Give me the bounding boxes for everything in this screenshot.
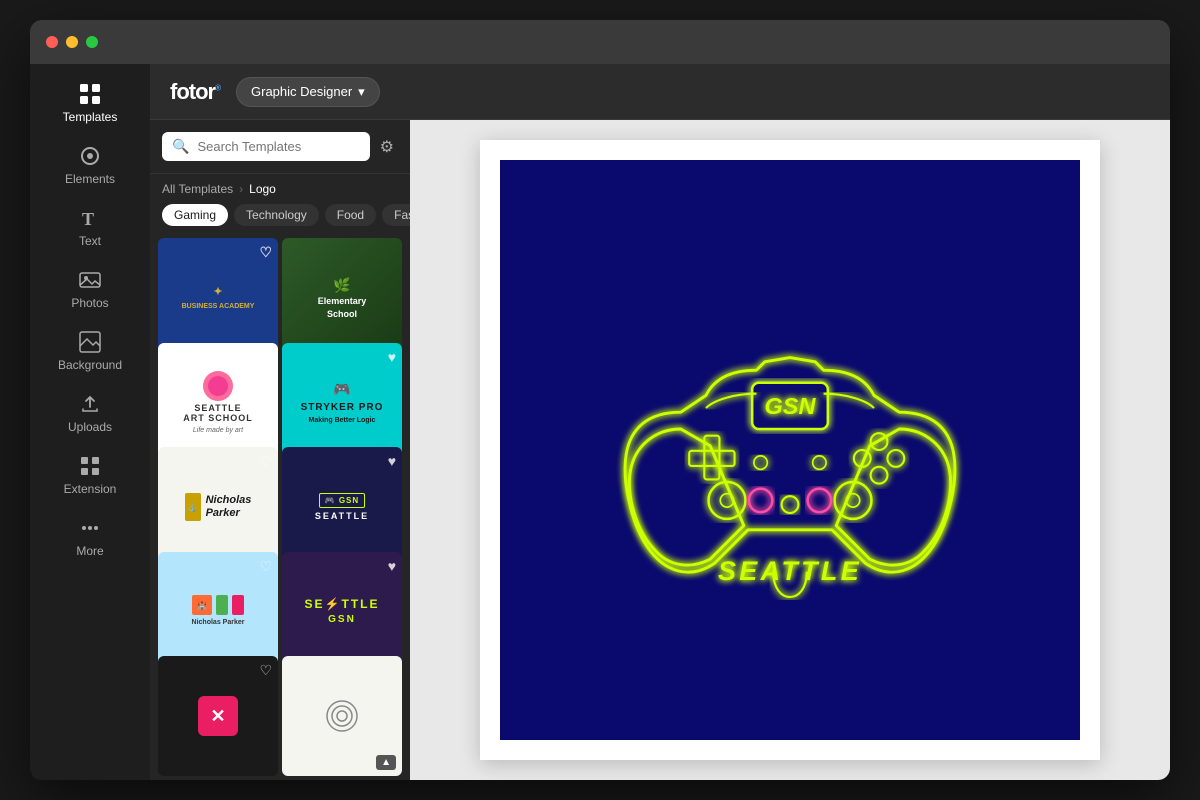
titlebar	[30, 20, 1170, 64]
template-card-5[interactable]: ⚓ Nicholas Parker ♡	[158, 447, 278, 567]
sidebar-item-label: Uploads	[68, 420, 112, 434]
uploads-icon	[78, 392, 102, 416]
sidebar-item-elements[interactable]: Elements	[40, 134, 140, 196]
app-selector-label: Graphic Designer	[251, 84, 352, 99]
app-logo: fotor®	[170, 79, 220, 105]
templates-grid: ✦ BUSINESS ACADEMY ♡ 🌿 Elementary School	[150, 234, 410, 780]
favorite-icon[interactable]: ♡	[259, 453, 272, 470]
maximize-button[interactable]	[86, 36, 98, 48]
breadcrumb: All Templates › Logo	[150, 174, 410, 204]
scroll-up-button[interactable]: ▲	[376, 755, 396, 770]
category-tabs: Gaming Technology Food Fashion	[150, 204, 410, 234]
app-selector-dropdown[interactable]: Graphic Designer ▾	[236, 77, 380, 107]
template-card-9[interactable]: ✕ ♡	[158, 656, 278, 776]
template-card-8[interactable]: SE⚡TTLE GSN ♥	[282, 552, 402, 672]
traffic-lights	[46, 36, 98, 48]
text-icon: T	[78, 206, 102, 230]
svg-text:T: T	[82, 209, 94, 229]
app-window: Templates Elements T Text	[30, 20, 1170, 780]
template-card-3[interactable]: SEATTLE ART SCHOOL Life made by art ♡	[158, 343, 278, 463]
svg-text:SEATTLE: SEATTLE	[718, 556, 862, 586]
sidebar-item-uploads[interactable]: Uploads	[40, 382, 140, 444]
sidebar-item-label: Extension	[64, 482, 117, 496]
category-tab-gaming[interactable]: Gaming	[162, 204, 228, 226]
controller-illustration: GSN	[580, 260, 1000, 640]
favorite-icon[interactable]: ♡	[259, 349, 272, 366]
favorite-icon[interactable]: ♥	[388, 558, 396, 574]
template-card-7[interactable]: 🏰 Nicholas Parker ♡	[158, 552, 278, 672]
extension-icon	[78, 454, 102, 478]
close-button[interactable]	[46, 36, 58, 48]
sidebar-item-more[interactable]: More	[40, 506, 140, 568]
elements-icon	[78, 144, 102, 168]
filter-button[interactable]: ⚙	[376, 137, 398, 157]
sidebar-item-label: Text	[79, 234, 101, 248]
favorite-icon[interactable]: ♥	[388, 349, 396, 365]
template-card-10[interactable]: ▲	[282, 656, 402, 776]
category-tab-technology[interactable]: Technology	[234, 204, 319, 226]
template-card-4[interactable]: 🎮 STRYKER PRO Making Better Logic ♥	[282, 343, 402, 463]
favorite-icon[interactable]: ♥	[388, 453, 396, 469]
sidebar-item-label: More	[76, 544, 103, 558]
breadcrumb-separator: ›	[239, 182, 243, 196]
sidebar-item-text[interactable]: T Text	[40, 196, 140, 258]
sidebar-item-label: Background	[58, 358, 122, 372]
sidebar-item-photos[interactable]: Photos	[40, 258, 140, 320]
svg-text:GSN: GSN	[765, 393, 817, 419]
topbar: fotor® Graphic Designer ▾	[150, 64, 1170, 120]
photos-icon	[78, 268, 102, 292]
template-card-2[interactable]: 🌿 Elementary School	[282, 238, 402, 358]
canvas-content[interactable]: GSN	[500, 160, 1080, 740]
sidebar-item-templates[interactable]: Templates	[40, 72, 140, 134]
search-box: 🔍	[162, 132, 370, 161]
category-tab-food[interactable]: Food	[325, 204, 376, 226]
app-body: Templates Elements T Text	[30, 64, 1170, 780]
sidebar: Templates Elements T Text	[30, 64, 150, 780]
minimize-button[interactable]	[66, 36, 78, 48]
more-icon	[78, 516, 102, 540]
favorite-icon[interactable]: ♡	[259, 558, 272, 575]
canvas-area: GSN	[410, 120, 1170, 780]
chevron-down-icon: ▾	[358, 84, 365, 100]
panel-search-area: 🔍 ⚙	[150, 120, 410, 174]
template-card-1[interactable]: ✦ BUSINESS ACADEMY ♡	[158, 238, 278, 358]
breadcrumb-current: Logo	[249, 182, 276, 196]
favorite-icon[interactable]: ♡	[259, 244, 272, 261]
grid-icon	[78, 82, 102, 106]
sidebar-item-label: Elements	[65, 172, 115, 186]
canvas-wrapper: GSN	[480, 140, 1100, 760]
search-input[interactable]	[197, 139, 359, 154]
background-icon	[78, 330, 102, 354]
template-card-6[interactable]: 🎮 GSN SEATTLE ♥	[282, 447, 402, 567]
favorite-icon[interactable]: ♡	[259, 662, 272, 679]
sidebar-item-extension[interactable]: Extension	[40, 444, 140, 506]
category-tab-fashion[interactable]: Fashion	[382, 204, 410, 226]
search-icon: 🔍	[172, 138, 189, 155]
sidebar-item-background[interactable]: Background	[40, 320, 140, 382]
sidebar-item-label: Photos	[71, 296, 108, 310]
templates-panel: 🔍 ⚙ All Templates › Logo	[150, 120, 410, 780]
panel-area: 🔍 ⚙ All Templates › Logo	[150, 120, 1170, 780]
breadcrumb-parent[interactable]: All Templates	[162, 182, 233, 196]
sidebar-item-label: Templates	[63, 110, 118, 124]
